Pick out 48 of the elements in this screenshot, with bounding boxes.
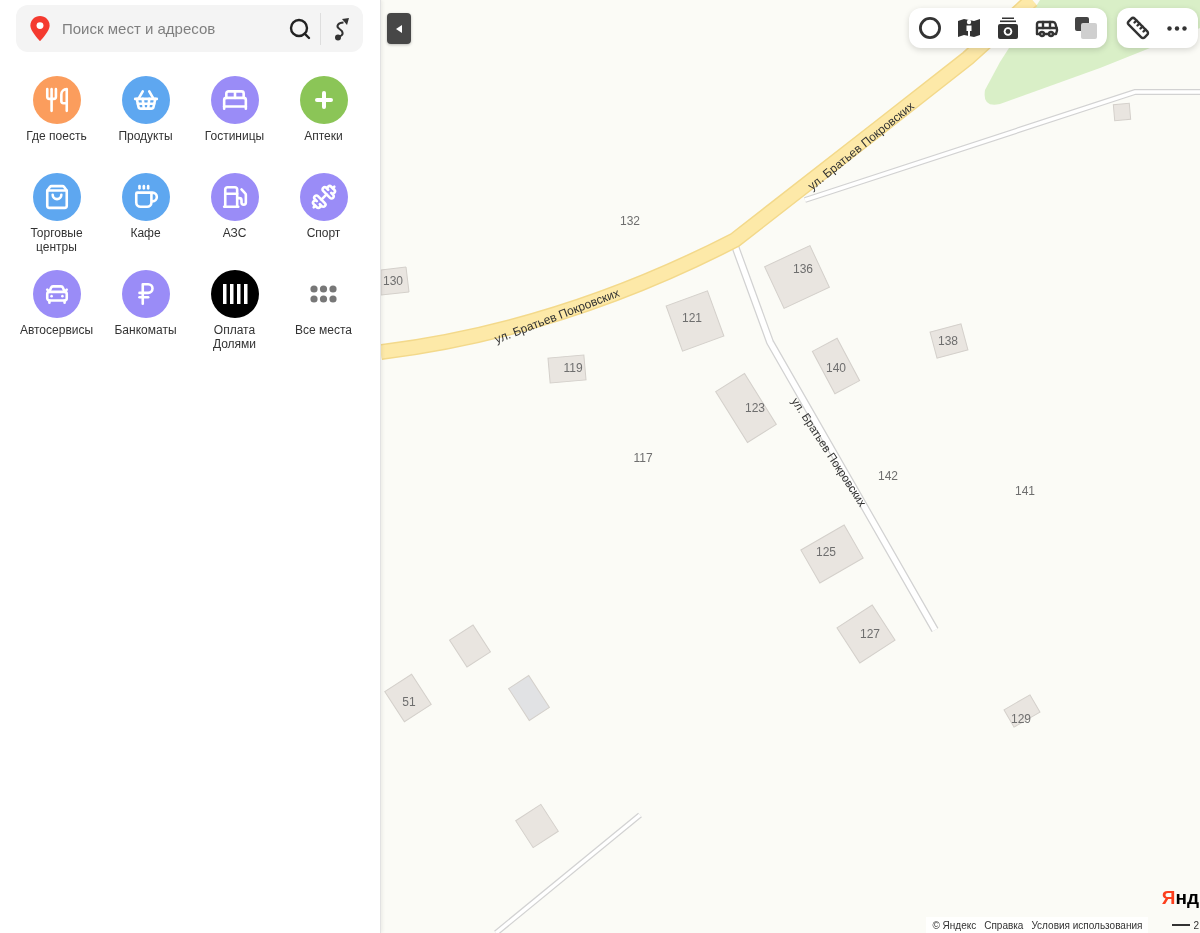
dots-grid-icon [310,285,337,303]
overlapping-squares-icon [1075,17,1097,39]
map-pin-icon [30,16,50,41]
house-number: 119 [563,361,583,375]
footer-link[interactable]: Справка [984,919,1024,931]
building [1112,102,1132,122]
category-button[interactable]: АЗС [194,173,275,240]
house-number: 132 [620,214,640,228]
logo[interactable]: Янд [1161,887,1199,909]
category-button[interactable]: Оплата Долями [194,270,275,351]
house-number: 142 [878,469,898,483]
category-button[interactable]: Торговые центры [16,173,97,254]
category-button[interactable]: Где поесть [16,76,97,143]
category-button[interactable]: Кафе [105,173,186,240]
house-number: 140 [826,361,846,375]
building [547,354,587,384]
category-button[interactable]: Спорт [283,173,364,240]
category-button[interactable]: Все места [283,270,364,337]
camera-icon [997,16,1019,40]
ring-icon [919,17,941,39]
house-number: 51 [402,695,416,709]
scale-label: 2 [1193,919,1199,931]
caret-left-icon [396,24,402,33]
house-number: 121 [682,311,702,325]
house-number: 141 [1015,484,1035,498]
house-number: 123 [745,401,765,415]
house-number: 127 [860,627,880,641]
footer-link[interactable]: Условия использования [1031,919,1143,931]
house-number: 117 [633,451,653,465]
category-button[interactable]: Автосервисы [16,270,97,337]
map-person-icon [957,17,981,39]
house-number: 136 [793,262,813,276]
more-icon [1167,25,1187,31]
house-number: 130 [383,274,403,288]
collapse-button[interactable] [387,13,411,44]
search-input[interactable]: Поиск мест и адресов [62,16,284,41]
house-number: 129 [1011,712,1031,726]
category-button[interactable]: Продукты [105,76,186,143]
search-field[interactable]: Поиск мест и адресов [16,5,363,52]
category-button[interactable]: Аптеки [283,76,364,143]
copyright-text: © Яндекс [932,919,977,931]
search-icon [288,16,312,41]
ruler-icon [1126,16,1150,40]
category-button[interactable]: Банкоматы [105,270,186,337]
house-number: 138 [938,334,958,348]
scale-line [1172,924,1191,926]
category-button[interactable]: Гостиницы [194,76,275,143]
house-number: 125 [816,545,836,559]
